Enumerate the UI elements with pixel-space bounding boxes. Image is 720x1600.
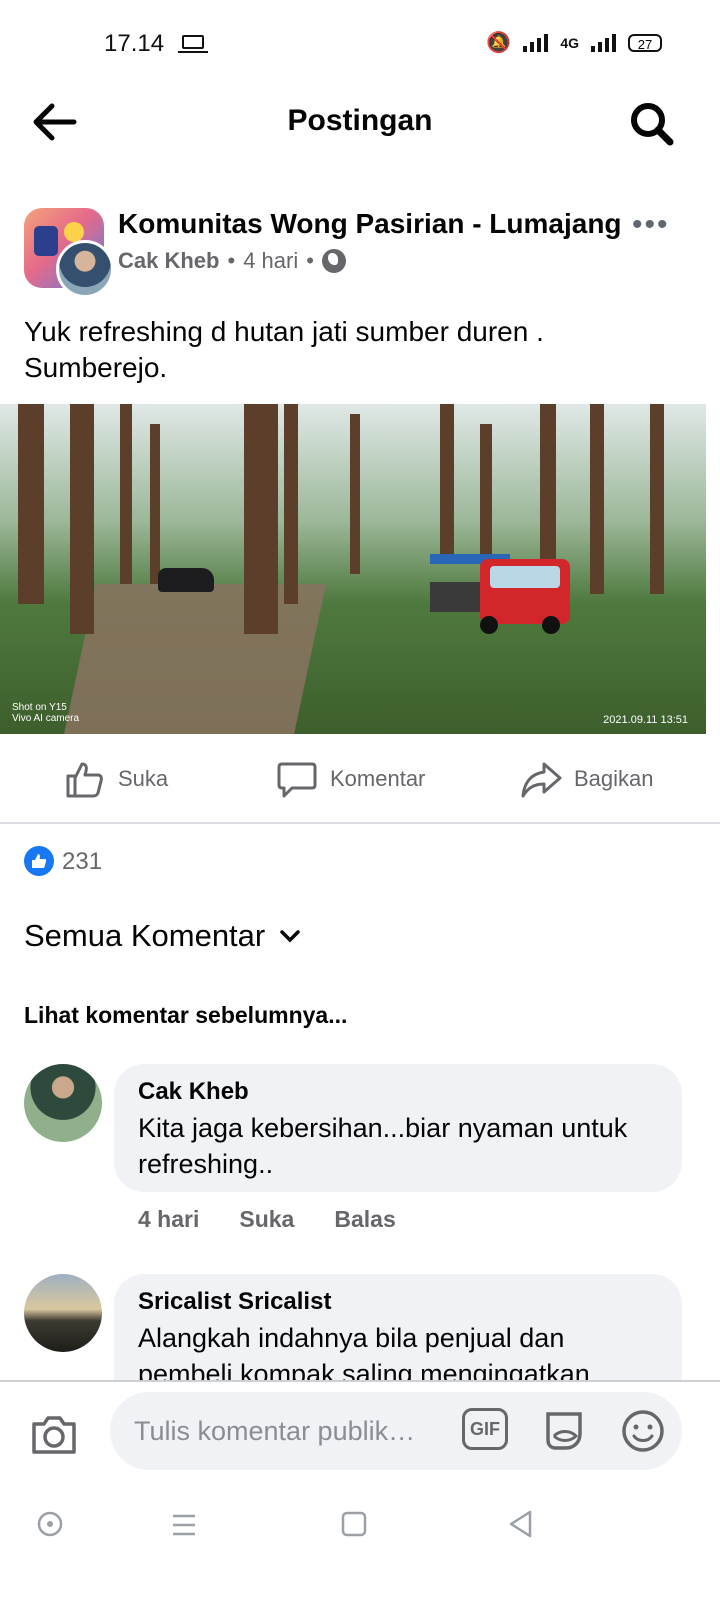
menu-nav-icon[interactable] [170,1512,198,1538]
comment-button[interactable]: Komentar [276,758,425,800]
home-nav-icon[interactable] [340,1510,368,1538]
like-button[interactable]: Suka [64,758,168,800]
system-navigation-bar [0,1490,720,1600]
back-nav-icon[interactable] [506,1508,534,1540]
comment-sort-label: Semua Komentar [24,918,266,953]
thumbs-up-icon [66,762,103,798]
like-count[interactable]: 231 [62,848,102,876]
more-options-icon[interactable]: ••• [632,208,670,242]
comment-sort-dropdown[interactable]: Semua Komentar [24,918,301,954]
emoji-icon[interactable] [620,1408,666,1454]
post-text: Yuk refreshing d hutan jati sumber duren… [24,316,544,383]
signal-icon-2 [591,33,616,52]
share-button[interactable]: Bagikan [520,758,654,800]
author-name[interactable]: Cak Kheb [118,248,219,274]
status-time: 17.14 [104,30,165,57]
share-icon [521,762,562,798]
commenter-avatar[interactable] [24,1064,102,1142]
network-type: 4G [560,34,579,51]
commenter-name[interactable]: Cak Kheb [138,1078,658,1106]
search-icon[interactable] [628,100,676,148]
battery-icon: 27 [628,34,662,52]
photo-timestamp: 2021.09.11 13:51 [603,714,688,726]
post-age[interactable]: 4 hari [243,248,298,274]
post-meta: Cak Kheb • 4 hari • [118,248,346,274]
comment-text: Kita jaga kebersihan...biar nyaman untuk… [138,1113,628,1179]
signal-icon [523,33,549,52]
gif-button[interactable]: GIF [462,1408,508,1450]
sticker-icon[interactable] [540,1406,588,1454]
commenter-name[interactable]: Sricalist Sricalist [138,1288,658,1316]
group-name[interactable]: Komunitas Wong Pasirian - Lumajang [118,208,622,240]
comment-meta: 4 hari Suka Balas [138,1206,396,1233]
comment-bubble: Cak Kheb Kita jaga kebersihan...biar nya… [114,1064,682,1192]
laptop-icon [178,35,208,53]
author-avatar[interactable] [56,240,114,298]
chevron-down-icon [280,930,300,943]
share-label: Bagikan [574,766,654,791]
comment-icon [277,762,317,798]
comment-label: Komentar [330,766,426,791]
like-reaction-icon[interactable] [24,846,54,876]
post-photo[interactable]: Shot on Y15 Vivo AI camera 2021.09.11 13… [0,404,706,734]
comment-like-button[interactable]: Suka [239,1206,294,1233]
commenter-avatar[interactable] [24,1274,102,1352]
camera-icon[interactable] [30,1412,78,1456]
comment-reply-button[interactable]: Balas [334,1206,395,1233]
page-title: Postingan [287,104,433,137]
view-previous-comments-link[interactable]: Lihat komentar sebelumnya... [24,1002,347,1029]
assistant-nav-icon[interactable] [36,1510,64,1538]
photo-watermark: Shot on Y15 Vivo AI camera [12,702,80,724]
like-label: Suka [118,766,169,791]
mute-icon: 🔕 [486,32,512,54]
globe-icon [321,249,346,273]
comment-input-placeholder[interactable]: Tulis komentar publik… [134,1416,415,1447]
comment-age[interactable]: 4 hari [138,1206,199,1233]
